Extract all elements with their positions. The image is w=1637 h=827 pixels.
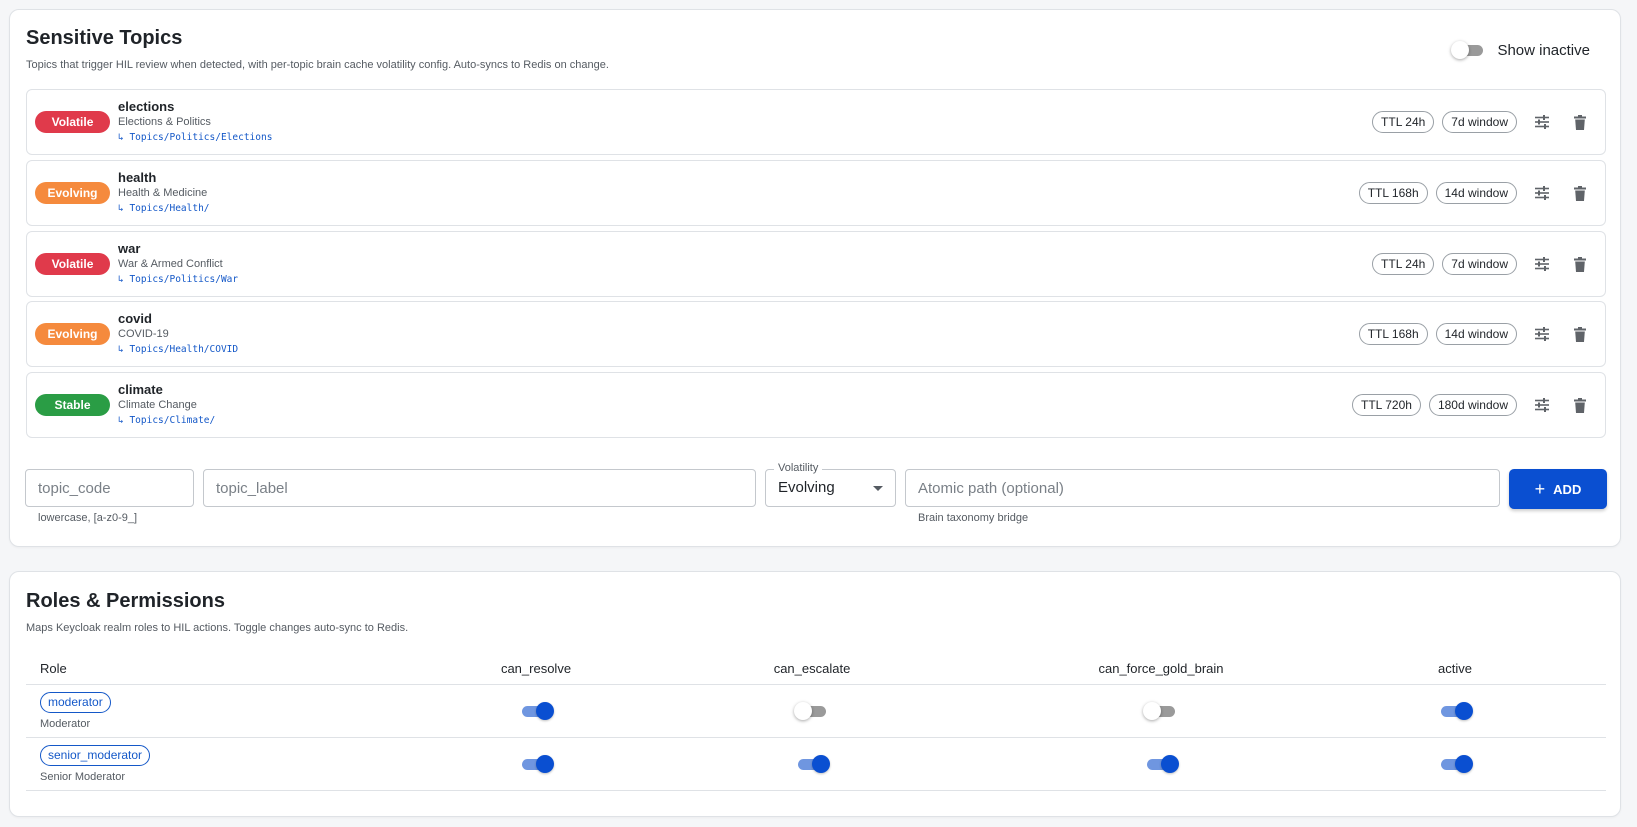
ttl-chip: TTL 24h <box>1372 111 1435 133</box>
roles-table: Role can_resolve can_escalate can_force_… <box>26 653 1606 791</box>
role-name: Senior Moderator <box>40 771 125 783</box>
role-row-senior_moderator: senior_moderator Senior Moderator <box>26 738 1606 791</box>
col-role: Role <box>40 661 67 676</box>
topic-code: elections <box>118 99 175 114</box>
topic-row-war: Volatile war War & Armed Conflict ↳ Topics/… <box>26 231 1606 297</box>
plus-icon: + <box>1534 479 1546 499</box>
topic-label: Climate Change <box>118 399 197 411</box>
topic-label-field[interactable] <box>203 469 756 507</box>
topic-code-helper: lowercase, [a-z0-9_] <box>38 512 138 524</box>
topic-path: ↳ Topics/Health/ <box>118 203 210 214</box>
roles-permissions-card: Roles & Permissions Maps Keycloak realm … <box>9 571 1621 817</box>
toggle-active[interactable] <box>1437 701 1473 721</box>
window-chip: 180d window <box>1428 394 1517 416</box>
toggle-can-resolve[interactable] <box>518 754 554 774</box>
atomic-path-field[interactable] <box>905 469 1500 507</box>
trash-icon[interactable] <box>1567 180 1593 206</box>
topic-path: ↳ Topics/Politics/War <box>118 274 239 285</box>
topic-row-covid: Evolving covid COVID-19 ↳ Topics/Health/COV… <box>26 301 1606 367</box>
tune-icon[interactable] <box>1529 251 1555 277</box>
show-inactive-toggle[interactable]: Show inactive <box>1451 40 1590 60</box>
toggle-can-force-gold-brain[interactable] <box>1143 754 1179 774</box>
volatility-badge: Volatile <box>35 253 110 275</box>
topic-label-input[interactable] <box>204 470 755 506</box>
roles-table-header: Role can_resolve can_escalate can_force_… <box>26 653 1606 685</box>
topic-path: ↳ Topics/Climate/ <box>118 415 216 426</box>
window-chip: 7d window <box>1442 111 1517 133</box>
topic-code: health <box>118 170 157 185</box>
role-code-chip: senior_moderator <box>40 745 151 766</box>
role-name: Moderator <box>40 718 91 730</box>
toggle-can-force-gold-brain[interactable] <box>1143 701 1179 721</box>
topic-code: climate <box>118 382 163 397</box>
volatility-badge: Stable <box>35 394 110 416</box>
tune-icon[interactable] <box>1529 109 1555 135</box>
topic-actions: TTL 24h 7d window <box>1372 232 1593 296</box>
roles-permissions-subtitle: Maps Keycloak realm roles to HIL actions… <box>26 622 409 634</box>
chevron-down-icon <box>873 486 883 491</box>
add-topic-button[interactable]: + ADD <box>1509 469 1607 509</box>
window-chip: 14d window <box>1435 323 1517 345</box>
window-chip: 14d window <box>1435 182 1517 204</box>
topic-label: War & Armed Conflict <box>118 258 223 270</box>
topic-row-climate: Stable climate Climate Change ↳ Topics/Clim… <box>26 372 1606 438</box>
topic-label: Elections & Politics <box>118 116 211 128</box>
role-code-chip: moderator <box>40 692 111 713</box>
atomic-path-input[interactable] <box>906 470 1499 506</box>
role-row-moderator: moderator Moderator <box>26 685 1606 738</box>
show-inactive-label: Show inactive <box>1497 41 1590 59</box>
trash-icon[interactable] <box>1567 392 1593 418</box>
tune-icon[interactable] <box>1529 180 1555 206</box>
topic-row-elections: Volatile elections Elections & Politics ↳ T… <box>26 89 1606 155</box>
topic-code: war <box>118 241 141 256</box>
volatility-badge: Evolving <box>35 323 110 345</box>
topic-actions: TTL 24h 7d window <box>1372 90 1593 154</box>
trash-icon[interactable] <box>1567 321 1593 347</box>
topic-path: ↳ Topics/Politics/Elections <box>118 132 273 143</box>
trash-icon[interactable] <box>1567 251 1593 277</box>
topic-path: ↳ Topics/Health/COVID <box>118 344 239 355</box>
toggle-can-escalate[interactable] <box>794 754 830 774</box>
show-inactive-switch[interactable] <box>1451 40 1487 60</box>
topic-code-input[interactable] <box>26 470 193 506</box>
topic-code: covid <box>118 311 152 326</box>
volatility-badge: Evolving <box>35 182 110 204</box>
sensitive-topics-card: Sensitive Topics Topics that trigger HIL… <box>9 9 1621 547</box>
ttl-chip: TTL 24h <box>1372 253 1435 275</box>
sensitive-topics-title: Sensitive Topics <box>26 27 183 49</box>
toggle-can-escalate[interactable] <box>794 701 830 721</box>
topic-actions: TTL 168h 14d window <box>1358 302 1593 366</box>
ttl-chip: TTL 720h <box>1352 394 1421 416</box>
tune-icon[interactable] <box>1529 392 1555 418</box>
trash-icon[interactable] <box>1567 109 1593 135</box>
roles-permissions-title: Roles & Permissions <box>26 590 225 612</box>
topic-label: Health & Medicine <box>118 187 208 199</box>
topic-actions: TTL 720h 180d window <box>1352 373 1593 437</box>
volatility-value: Evolving <box>778 479 835 496</box>
sensitive-topics-subtitle: Topics that trigger HIL review when dete… <box>26 59 609 71</box>
volatility-legend: Volatility <box>774 462 823 474</box>
toggle-can-resolve[interactable] <box>518 701 554 721</box>
topic-actions: TTL 168h 14d window <box>1358 161 1593 225</box>
toggle-active[interactable] <box>1437 754 1473 774</box>
topic-label: COVID-19 <box>118 328 169 340</box>
tune-icon[interactable] <box>1529 321 1555 347</box>
topic-row-health: Evolving health Health & Medicine ↳ Topics/… <box>26 160 1606 226</box>
topic-code-field[interactable] <box>25 469 194 507</box>
volatility-badge: Volatile <box>35 111 110 133</box>
volatility-select[interactable]: Volatility Evolving <box>765 462 896 507</box>
ttl-chip: TTL 168h <box>1358 182 1428 204</box>
add-button-label: ADD <box>1553 481 1582 497</box>
window-chip: 7d window <box>1442 253 1517 275</box>
roles-table-body: moderator Moderator senior_moderator Senior… <box>26 685 1606 791</box>
atomic-path-helper: Brain taxonomy bridge <box>918 512 1029 524</box>
ttl-chip: TTL 168h <box>1358 323 1428 345</box>
